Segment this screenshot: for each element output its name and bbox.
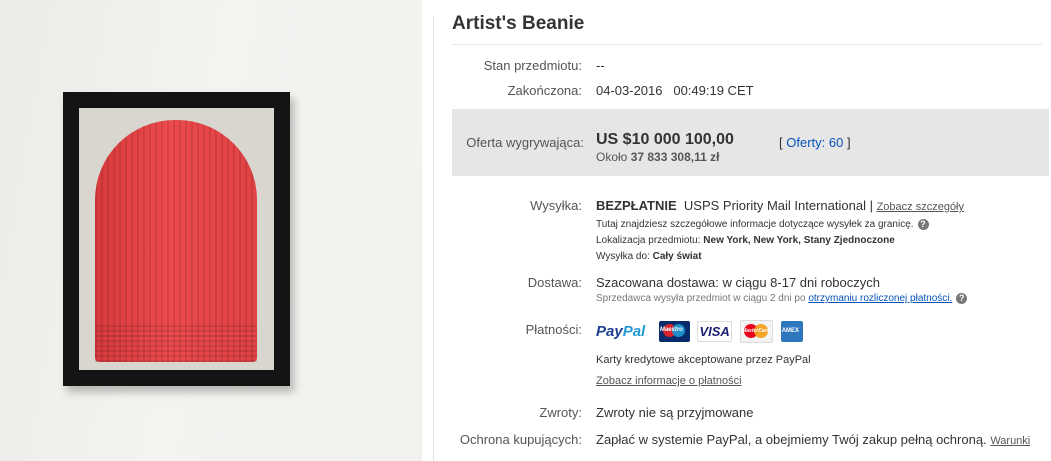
- returns-label: Zwroty:: [539, 405, 582, 420]
- frame-mat: [79, 108, 274, 370]
- shipping-label: Wysyłka:: [530, 198, 582, 213]
- help-icon[interactable]: ?: [917, 219, 929, 230]
- visa-icon: VISA: [697, 321, 733, 342]
- approx-value: 37 833 308,11 zł: [630, 150, 720, 164]
- delivery-label: Dostawa:: [527, 275, 582, 290]
- item-title: Artist's Beanie: [452, 13, 585, 34]
- payments-label: Płatności:: [525, 322, 582, 337]
- bids-link[interactable]: Oferty: 60: [786, 135, 843, 150]
- ended-time: 00:49:19 CET: [673, 83, 754, 98]
- payment-received-link[interactable]: otrzymaniu rozliczonej płatności.: [808, 293, 952, 304]
- delivery-note-line: Sprzedawca wysyła przedmiot w ciągu 2 dn…: [596, 293, 968, 305]
- delivery-estimate: Szacowana dostawa: w ciągu 8-17 dni robo…: [596, 275, 880, 290]
- shipping-info-line: Tutaj znajdziesz szczegółowe informacje …: [596, 219, 929, 230]
- protection-label: Ochrona kupujących:: [459, 432, 582, 447]
- bids-count: [ Oferty: 60 ]: [779, 135, 851, 150]
- ended-value: 04-03-2016 00:49:19 CET: [596, 83, 754, 98]
- ended-date: 04-03-2016: [596, 83, 663, 98]
- title-divider: [452, 44, 1042, 45]
- bids-bracket-close: ]: [846, 135, 851, 150]
- delivery-note: Sprzedawca wysyła przedmiot w ciągu 2 dn…: [596, 293, 806, 305]
- red-beanie: [95, 120, 257, 362]
- protection-value: Zapłać w systemie PayPal, a obejmiemy Tw…: [596, 432, 987, 447]
- visa-text: VISA: [699, 324, 730, 339]
- bid-price: US $10 000 100,00: [596, 131, 734, 148]
- shipping-value: BEZPŁATNIE USPS Priority Mail Internatio…: [596, 198, 964, 213]
- amex-text: AMEX: [781, 328, 800, 334]
- paypal-logo: PayPal: [596, 323, 645, 340]
- approx-prefix: Około: [596, 150, 628, 164]
- shipping-free: BEZPŁATNIE: [596, 198, 677, 213]
- protection-line: Zapłać w systemie PayPal, a obejmiemy Tw…: [596, 432, 1030, 447]
- shipping-details-link[interactable]: Zobacz szczegóły: [877, 201, 964, 213]
- bid-amounts: US $10 000 100,00 Około 37 833 308,11 zł: [596, 131, 734, 164]
- location-label: Lokalizacja przedmiotu:: [596, 235, 701, 246]
- item-photo[interactable]: [0, 0, 422, 461]
- returns-value: Zwroty nie są przyjmowane: [596, 405, 754, 420]
- ships-to-label: Wysyłka do:: [596, 251, 650, 262]
- ships-to-line: Wysyłka do: Cały świat: [596, 251, 702, 262]
- winning-bid-label: Oferta wygrywająca:: [466, 135, 584, 150]
- winning-bid-panel: Oferta wygrywająca: US $10 000 100,00 Ok…: [452, 109, 1049, 176]
- condition-value: --: [596, 58, 605, 73]
- payment-info-link[interactable]: Zobacz informacje o płatności: [596, 375, 742, 387]
- panel-divider: [433, 16, 434, 461]
- mastercard-text: MasterCard: [742, 328, 770, 334]
- condition-label: Stan przedmiotu:: [483, 58, 582, 73]
- shipping-service: USPS Priority Mail International |: [683, 198, 873, 213]
- maestro-icon: Maestro: [658, 321, 690, 342]
- approx-price: Około 37 833 308,11 zł: [596, 150, 734, 164]
- protection-terms-link[interactable]: Warunki: [990, 435, 1030, 447]
- ships-to-value: Cały świat: [652, 251, 702, 262]
- maestro-text: Maestro: [659, 327, 683, 333]
- paypal-cards-note: Karty kredytowe akceptowane przez PayPal: [596, 354, 811, 366]
- paypal-logo-pay: Pay: [596, 323, 623, 340]
- beanie-cuff: [95, 324, 257, 362]
- payment-methods: PayPal Maestro VISA MasterCard AMEX: [596, 320, 807, 343]
- shipping-info-text: Tutaj znajdziesz szczegółowe informacje …: [596, 219, 914, 231]
- paypal-logo-pal: Pal: [622, 323, 646, 340]
- location-value: New York, New York, Stany Zjednoczone: [703, 235, 895, 246]
- mastercard-icon: MasterCard: [740, 320, 774, 343]
- amex-icon: AMEX: [780, 321, 803, 342]
- ended-label: Zakończona:: [507, 83, 582, 98]
- shadow-box-frame: [63, 92, 290, 386]
- bids-bracket-open: [: [779, 135, 783, 150]
- item-location-line: Lokalizacja przedmiotu: New York, New Yo…: [596, 235, 895, 246]
- help-icon[interactable]: ?: [956, 293, 968, 304]
